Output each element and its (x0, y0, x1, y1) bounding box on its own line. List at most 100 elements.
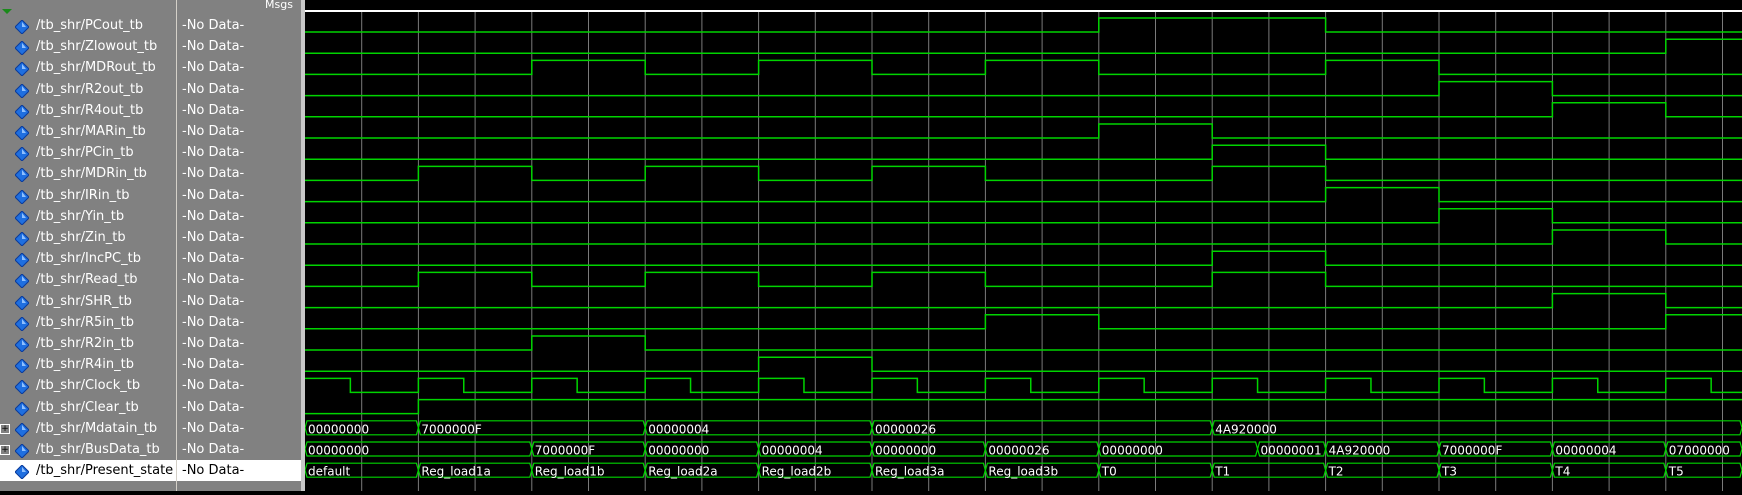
signal-row[interactable]: /tb_shr/R4in_tb (0, 354, 176, 375)
signal-row[interactable]: + /tb_shr/Mdatain_tb (0, 418, 176, 439)
signal-value-row[interactable]: -No Data- (177, 36, 301, 57)
waveform-IncPC_tb[interactable] (305, 250, 1742, 266)
waveform-Zlowout_tb[interactable] (305, 38, 1742, 54)
waveform-Yin_tb[interactable] (305, 208, 1742, 224)
signal-row[interactable]: /tb_shr/Present_state (0, 460, 176, 482)
signal-value-row[interactable]: -No Data- (177, 57, 301, 78)
signal-row[interactable]: /tb_shr/R5in_tb (0, 312, 176, 333)
waveform-R4in_tb[interactable] (305, 356, 1742, 372)
signal-row[interactable]: /tb_shr/MDRin_tb (0, 163, 176, 184)
bit-trace (305, 102, 1742, 118)
collapse-chevron-icon[interactable] (2, 0, 14, 14)
waveform-Read_tb[interactable] (305, 271, 1742, 288)
signal-value-row[interactable]: -No Data- (177, 142, 301, 163)
bus-value-label: Reg_load1b (535, 465, 605, 479)
signal-value-row[interactable]: -No Data- (177, 15, 301, 36)
signal-name: /tb_shr/Mdatain_tb (36, 420, 158, 436)
signal-row[interactable]: /tb_shr/Zin_tb (0, 227, 176, 248)
signal-diamond-icon (14, 82, 30, 99)
signal-value: -No Data- (182, 378, 245, 394)
msgs-header: Msgs (265, 0, 293, 10)
clear-trace (305, 398, 1742, 415)
waveform-R4out_tb[interactable] (305, 102, 1742, 118)
bit-trace (305, 165, 1742, 182)
waveform-canvas[interactable]: 00000000 7000000F 00000004 00000026 4A920000… (304, 0, 1742, 491)
signal-name: /tb_shr/IRin_tb (36, 187, 130, 203)
signal-row[interactable]: /tb_shr/R4out_tb (0, 100, 176, 121)
bus-value-label: 00000000 (1102, 444, 1163, 458)
signal-diamond-icon (14, 358, 30, 374)
waveform-R2out_tb[interactable] (305, 80, 1742, 97)
signal-value-row[interactable]: -No Data- (177, 163, 301, 184)
waveform-Zin_tb[interactable] (305, 229, 1742, 245)
signal-row[interactable]: + /tb_shr/BusData_tb (0, 439, 176, 460)
signal-row[interactable]: /tb_shr/Clock_tb (0, 375, 176, 396)
signal-value-row[interactable]: -No Data- (177, 397, 301, 418)
bus-value-label: default (308, 465, 351, 479)
signal-value-row[interactable]: -No Data- (177, 227, 301, 248)
signal-value: -No Data- (182, 314, 245, 330)
signal-diamond-icon (14, 252, 30, 268)
signal-name: /tb_shr/BusData_tb (36, 442, 160, 457)
waveform-Clock_tb[interactable] (305, 377, 1742, 394)
bit-trace (305, 229, 1742, 245)
signal-value-row[interactable]: -No Data- (177, 121, 301, 142)
signal-name: /tb_shr/R4out_tb (36, 102, 144, 118)
signal-diamond-icon (14, 146, 30, 162)
waveform-PCin_tb[interactable] (305, 144, 1742, 160)
signal-row[interactable]: /tb_shr/SHR_tb (0, 291, 176, 312)
signal-name: /tb_shr/Zin_tb (36, 230, 126, 245)
signal-diamond-icon (14, 337, 30, 353)
signal-value-row[interactable]: -No Data- (177, 79, 301, 100)
bus-value-label: T4 (1554, 465, 1570, 479)
signal-value-row[interactable]: -No Data- (177, 248, 301, 269)
signal-row[interactable]: /tb_shr/PCin_tb (0, 142, 176, 163)
waveform-pane[interactable]: 00000000 7000000F 00000004 00000026 4A920000… (304, 0, 1742, 491)
waveform-R2in_tb[interactable] (305, 335, 1742, 351)
signal-value-row[interactable]: -No Data- (177, 354, 301, 375)
signal-value-row[interactable]: -No Data- (177, 460, 301, 482)
waveform-MDRin_tb[interactable] (305, 165, 1742, 182)
waveform-PCout_tb[interactable] (305, 17, 1742, 33)
signal-value-row[interactable]: -No Data- (177, 291, 301, 312)
waveform-SHR_tb[interactable] (305, 292, 1742, 309)
signal-row[interactable]: /tb_shr/MDRout_tb (0, 57, 176, 78)
signal-value-row[interactable]: -No Data- (177, 206, 301, 227)
signal-row[interactable]: /tb_shr/R2in_tb (0, 333, 176, 354)
waveform-IRin_tb[interactable] (305, 186, 1742, 203)
signal-row[interactable]: /tb_shr/Yin_tb (0, 206, 176, 227)
expand-icon[interactable]: + (0, 423, 10, 434)
signal-row[interactable]: /tb_shr/Clear_tb (0, 397, 176, 418)
bus-value-label: 00000000 (875, 444, 936, 458)
signal-name: /tb_shr/Present_state (36, 463, 174, 479)
signal-row[interactable]: /tb_shr/IncPC_tb (0, 248, 176, 269)
signal-row[interactable]: /tb_shr/MARin_tb (0, 121, 176, 142)
waveform-MDRout_tb[interactable] (305, 59, 1742, 76)
waveform-MARin_tb[interactable] (305, 123, 1742, 139)
waveform-R5in_tb[interactable] (305, 314, 1742, 330)
signal-value-row[interactable]: -No Data- (177, 269, 301, 290)
signal-name: /tb_shr/MDRin_tb (36, 166, 147, 182)
signal-diamond-icon (14, 188, 30, 205)
signal-row[interactable]: /tb_shr/Zlowout_tb (0, 36, 176, 57)
signal-diamond-icon (14, 231, 30, 247)
signal-row[interactable]: /tb_shr/Read_tb (0, 269, 176, 290)
signal-name: /tb_shr/R5in_tb (36, 314, 134, 330)
signal-value: -No Data- (182, 336, 245, 351)
signal-value-row[interactable]: -No Data- (177, 375, 301, 396)
signal-value-row[interactable]: -No Data- (177, 185, 301, 206)
signal-row[interactable]: /tb_shr/R2out_tb (0, 79, 176, 100)
bus-value-label: 00000001 (1261, 444, 1322, 458)
signal-value-row[interactable]: -No Data- (177, 312, 301, 333)
signal-value-row[interactable]: -No Data- (177, 333, 301, 354)
signal-value-row[interactable]: -No Data- (177, 439, 301, 460)
waveform-Mdatain_tb[interactable]: 00000000 7000000F 00000004 00000026 4A920000 (304, 420, 1742, 437)
signal-row[interactable]: /tb_shr/IRin_tb (0, 185, 176, 206)
signal-row[interactable]: /tb_shr/PCout_tb (0, 15, 176, 36)
signal-value-row[interactable]: -No Data- (177, 418, 301, 439)
expand-icon[interactable]: + (0, 445, 10, 455)
waveform-Clear_tb[interactable] (305, 398, 1742, 415)
waveform-Present_state[interactable]: default Reg_load1a Reg_load1b Reg_load2a Reg… (304, 462, 1742, 479)
signal-value-row[interactable]: -No Data- (177, 100, 301, 121)
waveform-BusData_tb[interactable]: 00000000 7000000F 00000000 00000004 00000000… (304, 441, 1742, 458)
